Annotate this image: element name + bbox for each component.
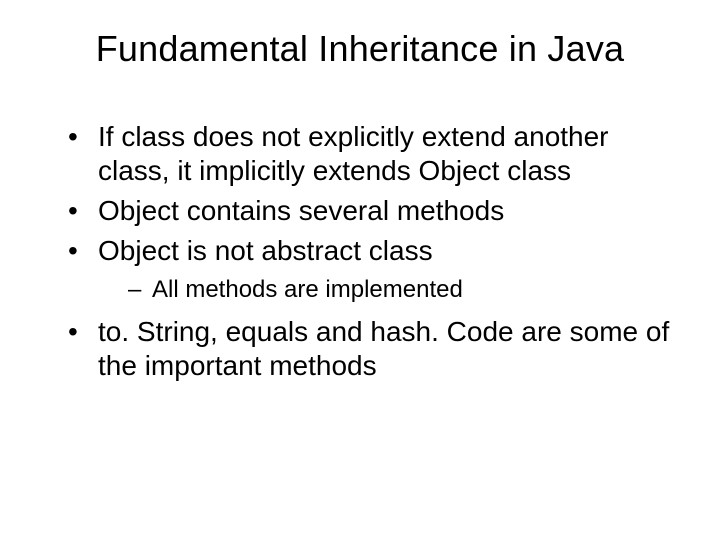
slide: Fundamental Inheritance in Java If class…	[0, 0, 720, 540]
bullet-text: If class does not explicitly extend anot…	[98, 121, 609, 186]
bullet-text: to. String, equals and hash. Code are so…	[98, 316, 669, 381]
sub-bullet-text: All methods are implemented	[152, 276, 463, 303]
bullet-text: Object is not abstract class	[98, 235, 433, 266]
bullet-item: If class does not explicitly extend anot…	[68, 120, 680, 188]
bullet-text: Object contains several methods	[98, 195, 504, 226]
bullet-list: If class does not explicitly extend anot…	[40, 120, 680, 383]
sub-bullet-list: All methods are implemented	[98, 275, 680, 305]
sub-bullet-item: All methods are implemented	[128, 275, 680, 305]
bullet-item: Object contains several methods	[68, 194, 680, 228]
bullet-item: Object is not abstract class All methods…	[68, 234, 680, 304]
slide-title: Fundamental Inheritance in Java	[40, 28, 680, 70]
bullet-item: to. String, equals and hash. Code are so…	[68, 315, 680, 383]
